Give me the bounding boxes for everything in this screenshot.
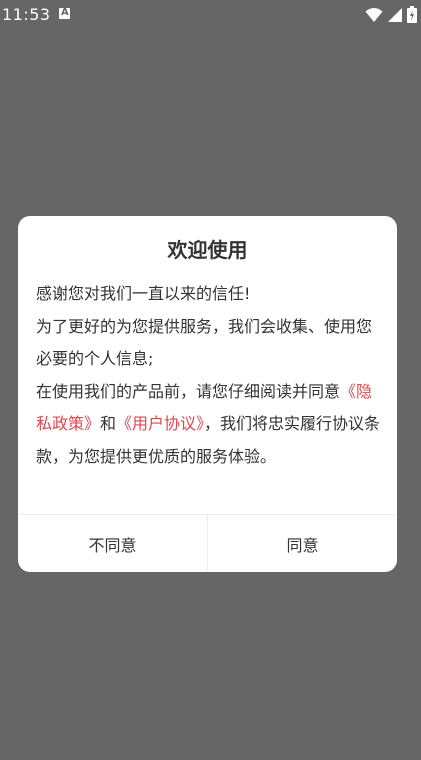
status-time: 11:53 (2, 5, 51, 24)
battery-icon (407, 6, 417, 23)
and-text: 和 (100, 414, 117, 433)
welcome-dialog: 欢迎使用 感谢您对我们一直以来的信任! 为了更好的为您提供服务，我们会收集、使用… (18, 216, 397, 572)
thanks-text: 感谢您对我们一直以来的信任! (36, 284, 251, 303)
user-agreement-link[interactable]: 《用户协议》 (116, 414, 204, 433)
signal-icon (388, 7, 402, 22)
agree-button[interactable]: 同意 (208, 515, 397, 572)
dialog-title: 欢迎使用 (167, 238, 248, 262)
disagree-button[interactable]: 不同意 (18, 515, 207, 572)
status-bar: 11:53 (0, 0, 421, 30)
dialog-message: 感谢您对我们一直以来的信任! 为了更好的为您提供服务，我们会收集、使用您必要的个… (36, 278, 381, 473)
status-icons (365, 6, 417, 23)
info-collection-text: 为了更好的为您提供服务，我们会收集、使用您必要的个人信息; (36, 316, 373, 369)
consent-paragraph: 在使用我们的产品前，请您仔细阅读并同意《隐私政策》和《用户协议》，我们将忠实履行… (36, 376, 381, 474)
wifi-icon (365, 7, 383, 22)
consent-intro-text: 在使用我们的产品前，请您仔细阅读并同意 (36, 381, 341, 401)
notification-a-icon (59, 7, 70, 19)
